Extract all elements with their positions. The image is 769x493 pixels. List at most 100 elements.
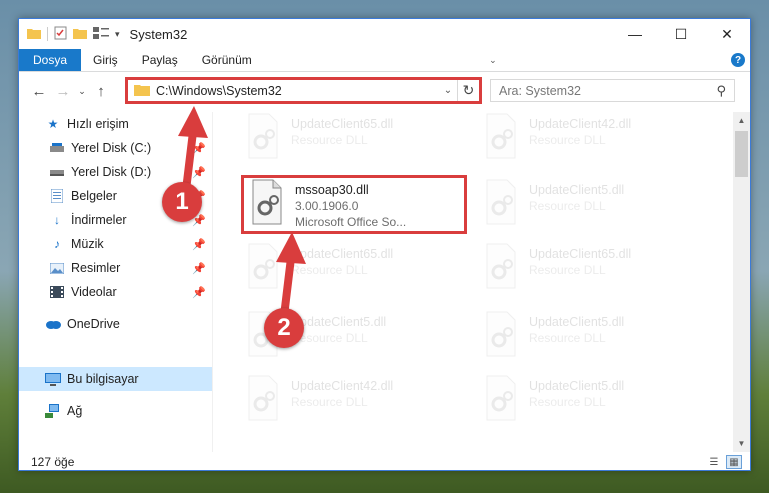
sidebar-item-label: OneDrive — [67, 317, 120, 331]
file-list: UpdateClient65.dll Resource DLL UpdateCli… — [215, 112, 734, 452]
scrollbar-thumb[interactable] — [735, 131, 748, 177]
file-type: Resource DLL — [291, 263, 368, 277]
file-description: Microsoft Office So... — [295, 215, 407, 229]
file-version: 3.00.1906.0 — [295, 199, 359, 213]
tiles-view-icon[interactable]: ▦ — [726, 455, 742, 469]
file-item[interactable]: UpdateClient65.dll Resource DLL — [475, 242, 695, 296]
recent-locations-chevron-icon[interactable]: ⌄ — [75, 79, 89, 103]
dll-file-icon — [243, 242, 283, 290]
sidebar-item-label: Bu bilgisayar — [67, 372, 139, 386]
sidebar-item-music[interactable]: ♪ Müzik 📌 — [19, 232, 212, 256]
pin-icon[interactable]: 📌 — [192, 142, 206, 155]
scroll-down-arrow-icon[interactable]: ▼ — [733, 435, 750, 452]
pin-icon[interactable]: 📌 — [192, 166, 206, 179]
file-type: Resource DLL — [529, 199, 606, 213]
file-item[interactable]: UpdateClient65.dll Resource DLL — [237, 112, 457, 166]
refresh-button[interactable]: ↻ — [457, 80, 479, 101]
tab-file[interactable]: Dosya — [19, 49, 82, 71]
file-type: Resource DLL — [291, 331, 368, 345]
sidebar-item-label: Videolar — [71, 285, 117, 299]
sidebar-item-pictures[interactable]: Resimler 📌 — [19, 256, 212, 280]
dll-file-icon — [247, 178, 287, 226]
file-name: UpdateClient65.dll — [529, 247, 632, 261]
file-item[interactable]: UpdateClient42.dll Resource DLL — [237, 374, 457, 428]
back-button[interactable]: ← — [27, 79, 51, 103]
vertical-scrollbar[interactable]: ▲ ▼ — [733, 112, 750, 452]
ribbon-tabs: Dosya Giriş Paylaş Görünüm ⌄ ? — [19, 49, 750, 72]
sidebar-item-videos[interactable]: Videolar 📌 — [19, 280, 212, 304]
title-bar: ▾ System32 — ☐ ✕ — [19, 19, 750, 49]
sidebar-item-label: Belgeler — [71, 189, 117, 203]
dll-file-icon — [243, 374, 283, 422]
sidebar-item-label: Müzik — [71, 237, 104, 251]
dll-file-icon — [481, 310, 521, 358]
tab-share[interactable]: Paylaş — [130, 49, 190, 71]
details-view-icon[interactable]: ☰ — [706, 455, 722, 469]
window-title: System32 — [129, 26, 188, 42]
sidebar-item-local-disk-d[interactable]: Yerel Disk (D:) 📌 — [19, 160, 212, 184]
search-box[interactable]: Ara: System32 ⚲ — [490, 79, 735, 102]
properties-icon[interactable] — [54, 26, 67, 43]
videos-icon — [49, 285, 65, 299]
sidebar-item-network[interactable]: Ağ — [19, 399, 212, 423]
new-folder-icon[interactable] — [73, 27, 87, 42]
quick-access-toolbar: ▾ — [19, 26, 120, 43]
navigation-pane: ★ Hızlı erişim Yerel Disk (C:) 📌 Yerel D… — [19, 112, 212, 452]
help-icon: ? — [731, 53, 745, 67]
file-name: UpdateClient5.dll — [529, 315, 625, 329]
file-item[interactable]: UpdateClient5.dll Resource DLL — [475, 178, 695, 232]
file-item[interactable]: UpdateClient65.dll Resource DLL — [237, 242, 457, 296]
sidebar-item-label: Resimler — [71, 261, 121, 275]
music-icon: ♪ — [54, 237, 60, 251]
close-button[interactable]: ✕ — [704, 19, 750, 49]
customize-toolbar-chevron-icon[interactable]: ▾ — [115, 29, 120, 40]
dll-file-icon — [243, 112, 283, 160]
dll-file-icon — [481, 112, 521, 160]
pin-icon[interactable]: 📌 — [192, 262, 206, 275]
up-button[interactable]: ↑ — [89, 79, 113, 103]
drive-icon — [49, 141, 65, 155]
explorer-window: ▾ System32 — ☐ ✕ Dosya Giriş Paylaş Görü… — [18, 18, 751, 471]
search-icon[interactable]: ⚲ — [716, 83, 726, 99]
address-dropdown-chevron-icon[interactable]: ⌄ — [439, 85, 457, 96]
file-item[interactable]: UpdateClient5.dll Resource DLL — [475, 374, 695, 428]
step-1-badge: 1 — [162, 182, 202, 222]
view-options-icon[interactable] — [93, 26, 109, 42]
sidebar-item-onedrive[interactable]: OneDrive — [19, 312, 212, 336]
item-count: 127 öğe — [31, 455, 75, 469]
minimize-button[interactable]: — — [612, 19, 658, 49]
sidebar-item-label: Yerel Disk (C:) — [71, 141, 152, 155]
forward-button[interactable]: → — [51, 79, 75, 103]
tab-home[interactable]: Giriş — [81, 49, 130, 71]
file-type: Resource DLL — [291, 133, 368, 147]
ribbon-expand-area: ⌄ — [483, 49, 507, 71]
pin-icon[interactable]: 📌 — [192, 286, 206, 299]
dll-file-icon — [481, 374, 521, 422]
file-item[interactable]: UpdateClient5.dll Resource DLL — [475, 310, 695, 364]
folder-icon — [134, 83, 150, 99]
sidebar-item-label: Yerel Disk (D:) — [71, 165, 152, 179]
file-name: mssoap30.dll — [295, 183, 369, 197]
sidebar-item-quick-access[interactable]: ★ Hızlı erişim — [19, 112, 212, 136]
computer-icon — [45, 372, 61, 386]
pane-divider[interactable] — [212, 112, 213, 452]
pictures-icon — [49, 261, 65, 275]
expand-ribbon-chevron-icon[interactable]: ⌄ — [489, 55, 497, 66]
file-item-mssoap30[interactable]: mssoap30.dll 3.00.1906.0 Microsoft Offic… — [241, 178, 461, 232]
dll-file-icon — [481, 242, 521, 290]
pin-icon[interactable]: 📌 — [192, 238, 206, 251]
file-type: Resource DLL — [529, 263, 606, 277]
maximize-button[interactable]: ☐ — [658, 19, 704, 49]
file-item[interactable]: UpdateClient42.dll Resource DLL — [475, 112, 695, 166]
address-path[interactable]: C:\Windows\System32 — [156, 84, 439, 98]
scroll-up-arrow-icon[interactable]: ▲ — [733, 112, 750, 129]
tab-view[interactable]: Görünüm — [190, 49, 264, 71]
sidebar-item-local-disk-c[interactable]: Yerel Disk (C:) 📌 — [19, 136, 212, 160]
sidebar-item-label: Ağ — [67, 404, 83, 418]
file-name: UpdateClient5.dll — [529, 183, 625, 197]
search-placeholder: Ara: System32 — [499, 83, 581, 98]
help-button[interactable]: ? — [726, 49, 750, 71]
address-bar[interactable]: C:\Windows\System32 ⌄ ↻ — [127, 79, 480, 102]
sidebar-item-this-pc[interactable]: Bu bilgisayar — [19, 367, 212, 391]
file-name: UpdateClient42.dll — [529, 117, 632, 131]
